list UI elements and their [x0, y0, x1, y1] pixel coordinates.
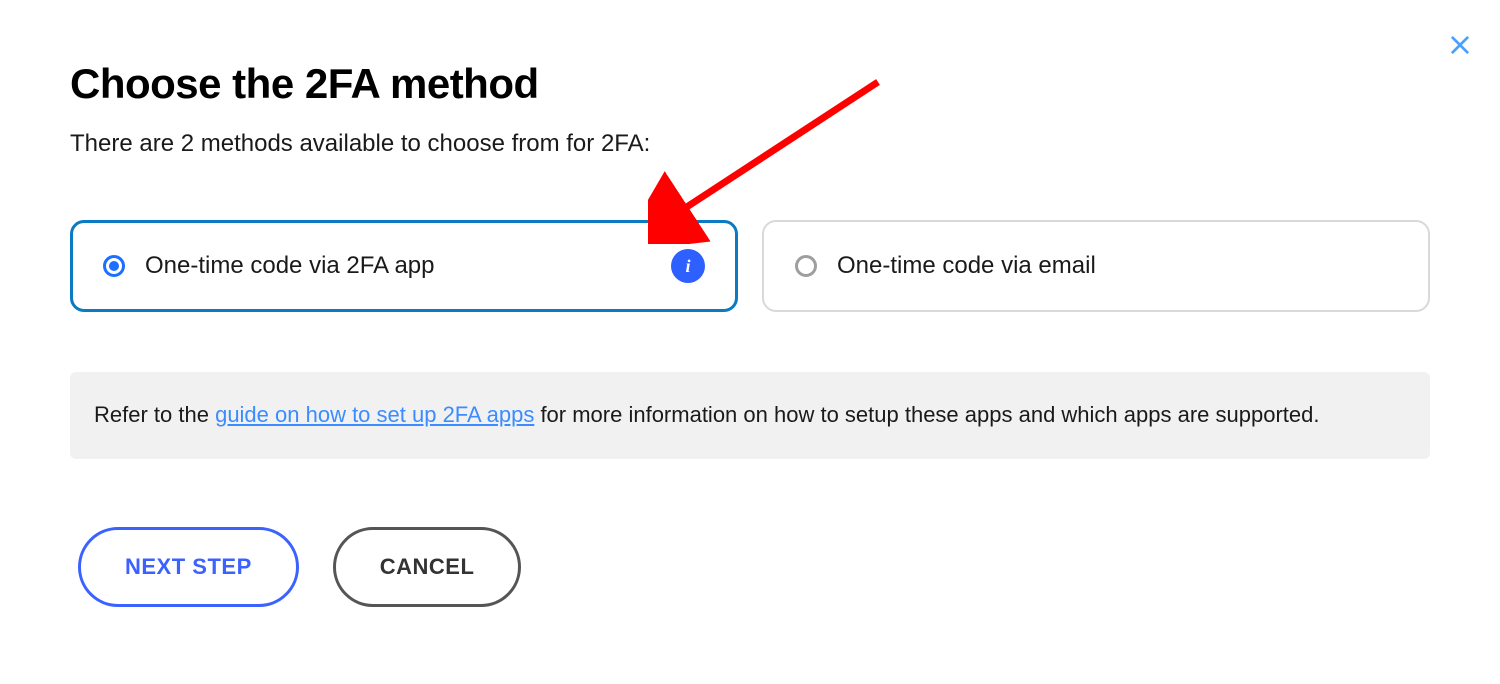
cancel-button[interactable]: Cancel [333, 527, 522, 607]
radio-selected-icon [103, 255, 125, 277]
page-subtitle: There are 2 methods available to choose … [70, 130, 1430, 158]
option-email[interactable]: One-time code via email [762, 220, 1430, 312]
option-2fa-app-label: One-time code via 2FA app [145, 252, 671, 280]
info-banner: Refer to the guide on how to set up 2FA … [70, 372, 1430, 459]
method-options: One-time code via 2FA app i One-time cod… [70, 220, 1430, 312]
info-prefix: Refer to the [94, 402, 215, 427]
dialog-content: Choose the 2FA method There are 2 method… [0, 0, 1500, 667]
radio-unselected-icon [795, 255, 817, 277]
guide-link[interactable]: guide on how to set up 2FA apps [215, 402, 534, 427]
next-step-button[interactable]: Next Step [78, 527, 299, 607]
info-suffix: for more information on how to setup the… [534, 402, 1319, 427]
option-email-label: One-time code via email [837, 252, 1397, 280]
option-2fa-app[interactable]: One-time code via 2FA app i [70, 220, 738, 312]
page-title: Choose the 2FA method [70, 60, 1430, 108]
dialog-actions: Next Step Cancel [78, 527, 1430, 607]
info-icon[interactable]: i [671, 249, 705, 283]
